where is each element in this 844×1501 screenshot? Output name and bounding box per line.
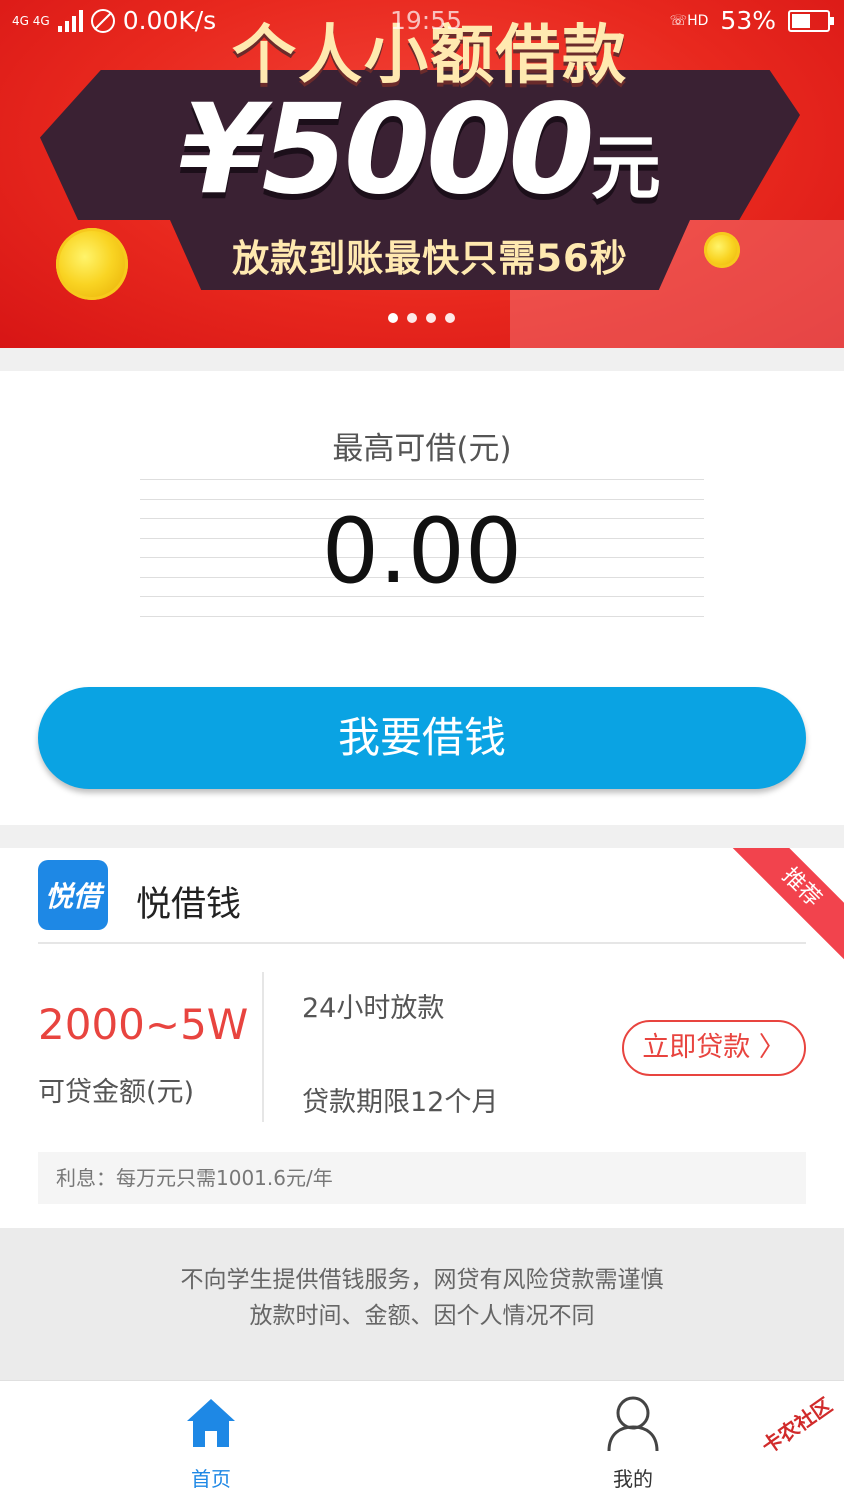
- carousel-dot[interactable]: [407, 313, 417, 323]
- max-borrow-label: 最高可借(元): [332, 431, 512, 467]
- battery-level: 53%: [720, 6, 776, 35]
- interest-info: 利息：每万元只需1001.6元/年: [38, 1152, 806, 1204]
- no-disturb-icon: [90, 8, 115, 33]
- recommend-badge: 推荐: [712, 848, 844, 977]
- max-borrow-amount: 0.00: [321, 499, 523, 604]
- coin-icon: [704, 232, 740, 268]
- risk-notice: 不向学生提供借钱服务，网贷有风险贷款需谨慎 放款时间、金额、因个人情况不同: [0, 1228, 844, 1380]
- network-type: 4G 4G: [12, 13, 50, 28]
- tab-home[interactable]: 首页: [131, 1381, 291, 1501]
- carousel-dot[interactable]: [445, 313, 455, 323]
- loan-range: 2000~5W: [38, 1000, 249, 1049]
- promo-banner[interactable]: 个人小额借款 ¥5000元 放款到账最快只需56秒: [0, 0, 844, 348]
- home-icon: [187, 1399, 235, 1447]
- product-card[interactable]: 悦借 悦借钱 推荐 2000~5W 可贷金额(元) 24小时放款 贷款期限12个…: [0, 848, 844, 1228]
- borrow-button[interactable]: 我要借钱: [38, 687, 806, 789]
- status-bar: 4G 4G 0.00K/s 19:55 ☏HD 53%: [0, 0, 844, 44]
- network-speed: 0.00K/s: [122, 6, 217, 35]
- coin-icon: [56, 228, 128, 300]
- carousel-dot[interactable]: [388, 313, 398, 323]
- feature-disbursement: 24小时放款: [302, 993, 445, 1024]
- divider: [262, 972, 264, 1122]
- borrow-panel: 最高可借(元) 0.00 我要借钱: [0, 371, 844, 825]
- tab-mine[interactable]: 我的: [553, 1381, 713, 1501]
- feature-term: 贷款期限12个月: [302, 1087, 499, 1118]
- clock: 19:55: [390, 6, 463, 35]
- loan-range-label: 可贷金额(元): [38, 1077, 195, 1108]
- tab-label: 我的: [613, 1467, 653, 1491]
- product-name: 悦借钱: [136, 885, 242, 925]
- signal-icon: [57, 9, 83, 32]
- divider: [38, 942, 806, 944]
- bottom-tab-bar: 首页 我的: [0, 1380, 844, 1501]
- carousel-dot[interactable]: [426, 313, 436, 323]
- hd-call-icon: ☏HD: [669, 12, 709, 29]
- notice-line: 不向学生提供借钱服务，网贷有风险贷款需谨慎: [180, 1267, 664, 1293]
- tab-label: 首页: [191, 1467, 231, 1491]
- banner-amount: ¥5000元: [179, 78, 661, 222]
- battery-icon: [788, 9, 834, 32]
- carousel-indicator: [388, 313, 455, 323]
- notice-line: 放款时间、金额、因个人情况不同: [249, 1303, 595, 1329]
- user-icon: [607, 1396, 659, 1452]
- product-logo: 悦借: [38, 860, 108, 930]
- banner-subtitle: 放款到账最快只需56秒: [232, 237, 628, 280]
- apply-loan-button[interactable]: 立即贷款 〉: [622, 1020, 806, 1076]
